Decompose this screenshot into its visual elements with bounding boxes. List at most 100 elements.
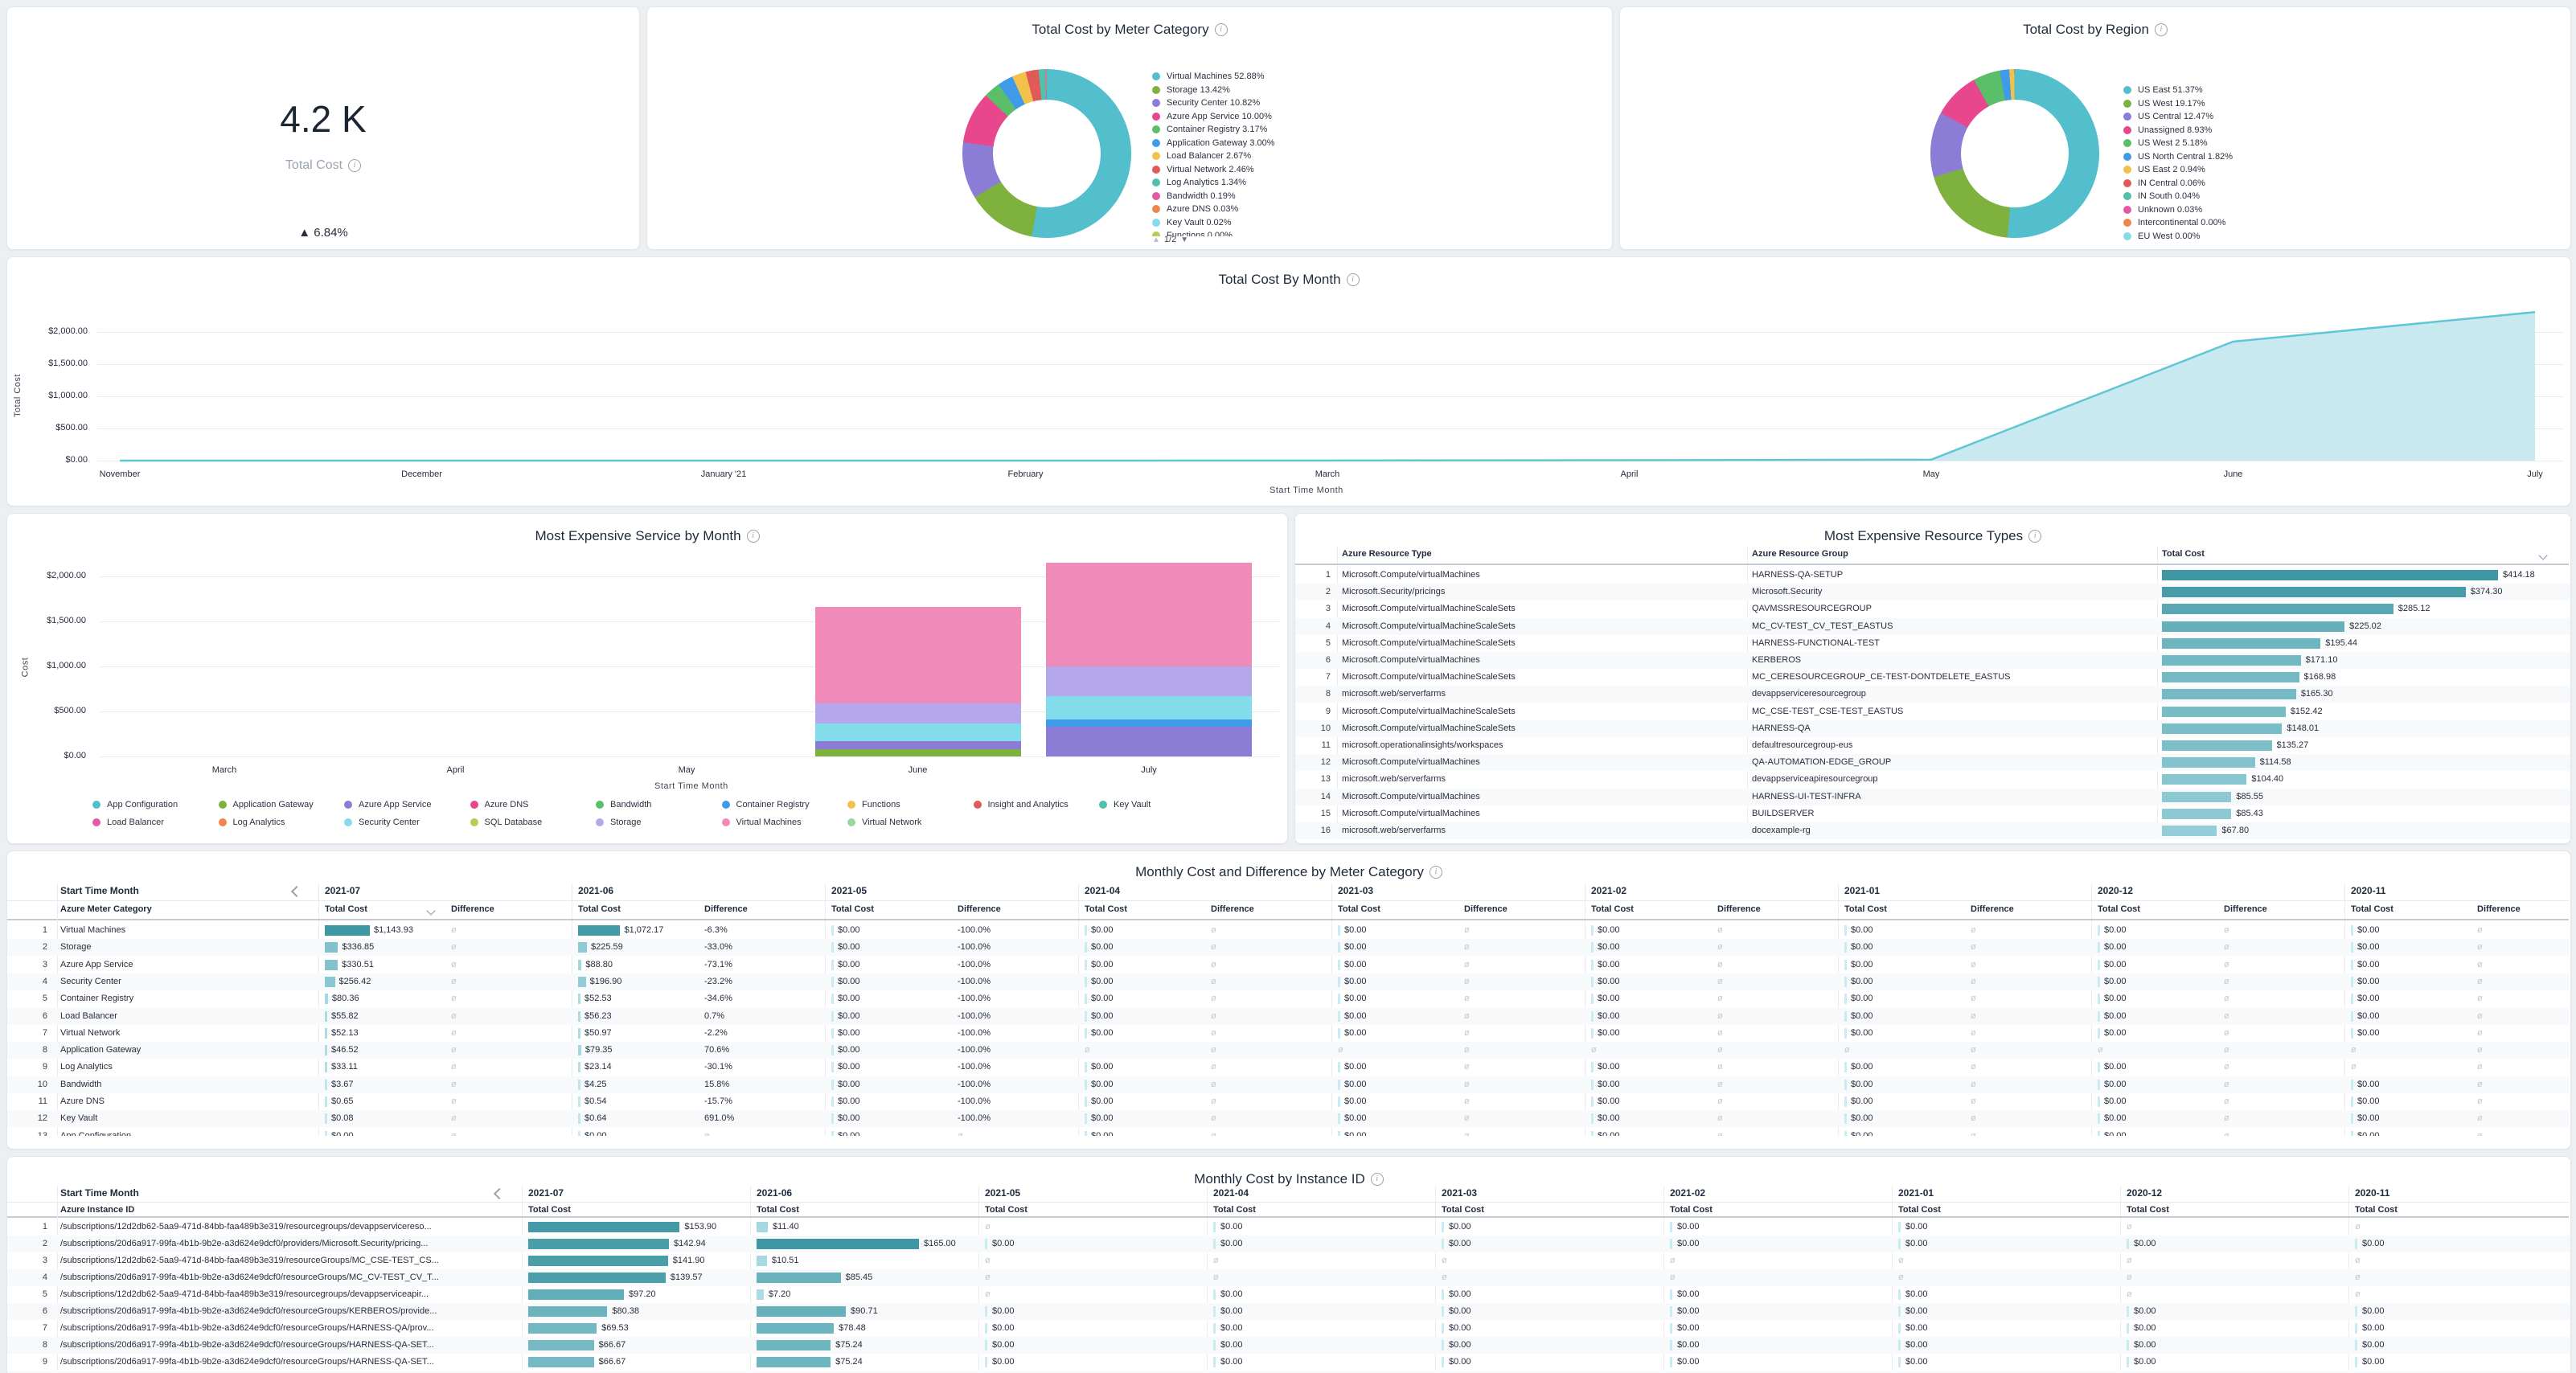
bar-segment[interactable] <box>815 607 1021 703</box>
table-row[interactable]: 1Microsoft.Compute/virtualMachinesHARNES… <box>1295 567 2570 584</box>
table-row[interactable]: 8/subscriptions/20d6a917-99fa-4b1b-9b2e-… <box>7 1337 2570 1354</box>
table-row[interactable]: 13App Configuration$0.00ø$0.00ø$0.00ø$0.… <box>7 1128 2569 1136</box>
subcol-difference[interactable]: Difference <box>1211 904 1254 914</box>
legend-item[interactable]: EU West 0.00% <box>2123 232 2200 241</box>
subcol-total-cost[interactable]: Total Cost <box>1085 904 1127 914</box>
table-row[interactable]: 4/subscriptions/20d6a917-99fa-4b1b-9b2e-… <box>7 1269 2570 1286</box>
table-row[interactable]: 12Microsoft.Compute/virtualMachinesQA-AU… <box>1295 754 2570 771</box>
subcol-total-cost[interactable]: Total Cost <box>2355 1205 2398 1215</box>
info-icon[interactable]: i <box>2028 530 2041 543</box>
table-row[interactable]: 6Load Balancer$55.82ø$56.230.7%$0.00-100… <box>7 1008 2569 1025</box>
table-row[interactable]: 2Storage$336.85ø$225.59-33.0%$0.00-100.0… <box>7 939 2569 956</box>
table-row[interactable]: 14Microsoft.Compute/virtualMachinesHARNE… <box>1295 789 2570 805</box>
legend-item[interactable]: Azure App Service <box>344 800 432 809</box>
table-row[interactable]: 5Microsoft.Compute/virtualMachineScaleSe… <box>1295 635 2570 652</box>
legend-item[interactable]: App Configuration <box>92 800 178 809</box>
table-row[interactable]: 7Microsoft.Compute/virtualMachineScaleSe… <box>1295 669 2570 686</box>
legend-item[interactable]: Virtual Machines 52.88% <box>1152 72 1264 81</box>
table-row[interactable]: 9Log Analytics$33.11ø$23.14-30.1%$0.00-1… <box>7 1059 2569 1076</box>
info-icon[interactable]: i <box>1430 866 1442 879</box>
info-icon[interactable]: i <box>1371 1173 1384 1186</box>
legend-item[interactable]: Azure App Service 10.00% <box>1152 112 1272 121</box>
legend-item[interactable]: Application Gateway 3.00% <box>1152 138 1275 148</box>
subcol-total-cost[interactable]: Total Cost <box>1213 1205 1256 1215</box>
bar-segment[interactable] <box>1046 719 1252 727</box>
legend-item[interactable]: Security Center 10.82% <box>1152 98 1260 108</box>
subcol-difference[interactable]: Difference <box>704 904 748 914</box>
legend-item[interactable]: Security Center <box>344 818 420 827</box>
bar-segment[interactable] <box>815 741 1021 749</box>
table-row[interactable]: 7Virtual Network$52.13ø$50.97-2.2%$0.00-… <box>7 1025 2569 1042</box>
subcol-total-cost[interactable]: Total Cost <box>528 1205 571 1215</box>
subcol-total-cost[interactable]: Total Cost <box>325 904 367 914</box>
scroll-left-icon[interactable] <box>494 1188 505 1199</box>
bar-segment[interactable] <box>1046 563 1252 666</box>
legend-item[interactable]: Load Balancer 2.67% <box>1152 151 1251 161</box>
subcol-difference[interactable]: Difference <box>958 904 1001 914</box>
subcol-difference[interactable]: Difference <box>1971 904 2014 914</box>
info-icon[interactable]: i <box>348 159 361 172</box>
legend-item[interactable]: US West 2 5.18% <box>2123 138 2208 148</box>
table-row[interactable]: 11microsoft.operationalinsights/workspac… <box>1295 737 2570 754</box>
subcol-difference[interactable]: Difference <box>2477 904 2521 914</box>
legend-item[interactable]: Key Vault 0.02% <box>1152 218 1232 227</box>
legend-item[interactable]: Insight and Analytics <box>974 800 1069 809</box>
legend-item[interactable]: US East 2 0.94% <box>2123 165 2205 174</box>
table-row[interactable]: 3Azure App Service$330.51ø$88.80-73.1%$0… <box>7 957 2569 973</box>
column-header[interactable]: Azure Resource Group <box>1752 549 1848 559</box>
info-icon[interactable]: i <box>1347 273 1360 286</box>
legend-item[interactable]: Virtual Network <box>847 818 921 827</box>
bar-segment[interactable] <box>1046 696 1252 719</box>
bar-segment[interactable] <box>815 703 1021 723</box>
table-row[interactable]: 6Microsoft.Compute/virtualMachinesKERBER… <box>1295 652 2570 669</box>
legend-item[interactable]: Container Registry 3.17% <box>1152 125 1267 134</box>
sort-chevron-icon[interactable] <box>2538 551 2547 559</box>
table-row[interactable]: 3/subscriptions/12d2db62-5aa9-471d-84bb-… <box>7 1252 2570 1269</box>
subcol-total-cost[interactable]: Total Cost <box>1844 904 1887 914</box>
subcol-total-cost[interactable]: Total Cost <box>578 904 621 914</box>
legend-item[interactable]: Azure DNS 0.03% <box>1152 204 1238 214</box>
table-row[interactable]: 6/subscriptions/20d6a917-99fa-4b1b-9b2e-… <box>7 1303 2570 1320</box>
legend-item[interactable]: SQL Database <box>470 818 543 827</box>
table-row[interactable]: 13microsoft.web/serverfarmsdevappservice… <box>1295 771 2570 788</box>
table-row[interactable]: 1Virtual Machines$1,143.93ø$1,072.17-6.3… <box>7 922 2569 939</box>
legend-pager[interactable]: ▲1/2▼ <box>1152 235 1188 244</box>
legend-item[interactable]: US East 51.37% <box>2123 85 2203 95</box>
table-row[interactable]: 10Bandwidth$3.67ø$4.2515.8%$0.00-100.0%$… <box>7 1076 2569 1093</box>
column-header[interactable]: Total Cost <box>2162 549 2205 559</box>
table-row[interactable]: 11Azure DNS$0.65ø$0.54-15.7%$0.00-100.0%… <box>7 1093 2569 1110</box>
bar-segment[interactable] <box>1046 727 1252 756</box>
subcol-total-cost[interactable]: Total Cost <box>2098 904 2140 914</box>
subcol-total-cost[interactable]: Total Cost <box>2127 1205 2169 1215</box>
subcol-total-cost[interactable]: Total Cost <box>985 1205 1028 1215</box>
bar-segment[interactable] <box>815 723 1021 741</box>
table-row[interactable]: 9Microsoft.Compute/virtualMachineScaleSe… <box>1295 703 2570 720</box>
legend-item[interactable]: Log Analytics <box>219 818 285 827</box>
legend-item[interactable]: IN Central 0.06% <box>2123 178 2205 188</box>
subcol-total-cost[interactable]: Total Cost <box>1591 904 1634 914</box>
legend-item[interactable]: Load Balancer <box>92 818 164 827</box>
legend-item[interactable]: Storage <box>596 818 642 827</box>
table-row[interactable]: 2/subscriptions/20d6a917-99fa-4b1b-9b2e-… <box>7 1236 2570 1252</box>
table-row[interactable]: 1/subscriptions/12d2db62-5aa9-471d-84bb-… <box>7 1219 2570 1236</box>
legend-item[interactable]: Storage 13.42% <box>1152 85 1230 95</box>
legend-item[interactable]: US West 19.17% <box>2123 99 2205 109</box>
area-series-fill[interactable] <box>120 312 2535 461</box>
legend-item[interactable]: Bandwidth 0.19% <box>1152 191 1236 201</box>
subcol-difference[interactable]: Difference <box>2224 904 2267 914</box>
column-header[interactable]: Azure Resource Type <box>1342 549 1432 559</box>
pager-down-icon[interactable]: ▼ <box>1180 236 1188 244</box>
legend-item[interactable]: Functions <box>847 800 900 809</box>
legend-item[interactable]: US North Central 1.82% <box>2123 152 2233 162</box>
subcol-difference[interactable]: Difference <box>1464 904 1507 914</box>
subcol-total-cost[interactable]: Total Cost <box>1670 1205 1713 1215</box>
subcol-difference[interactable]: Difference <box>451 904 494 914</box>
table-row[interactable]: 9/subscriptions/20d6a917-99fa-4b1b-9b2e-… <box>7 1354 2570 1371</box>
table-row[interactable]: 8Application Gateway$46.52ø$79.3570.6%$0… <box>7 1042 2569 1059</box>
sort-chevron-icon[interactable] <box>426 906 435 915</box>
table-row[interactable]: 7/subscriptions/20d6a917-99fa-4b1b-9b2e-… <box>7 1320 2570 1337</box>
table-row[interactable]: 8microsoft.web/serverfarmsdevappservicer… <box>1295 686 2570 703</box>
subcol-total-cost[interactable]: Total Cost <box>1898 1205 1941 1215</box>
table-row[interactable]: 5Container Registry$80.36ø$52.53-34.6%$0… <box>7 990 2569 1007</box>
legend-item[interactable]: Log Analytics 1.34% <box>1152 178 1246 187</box>
